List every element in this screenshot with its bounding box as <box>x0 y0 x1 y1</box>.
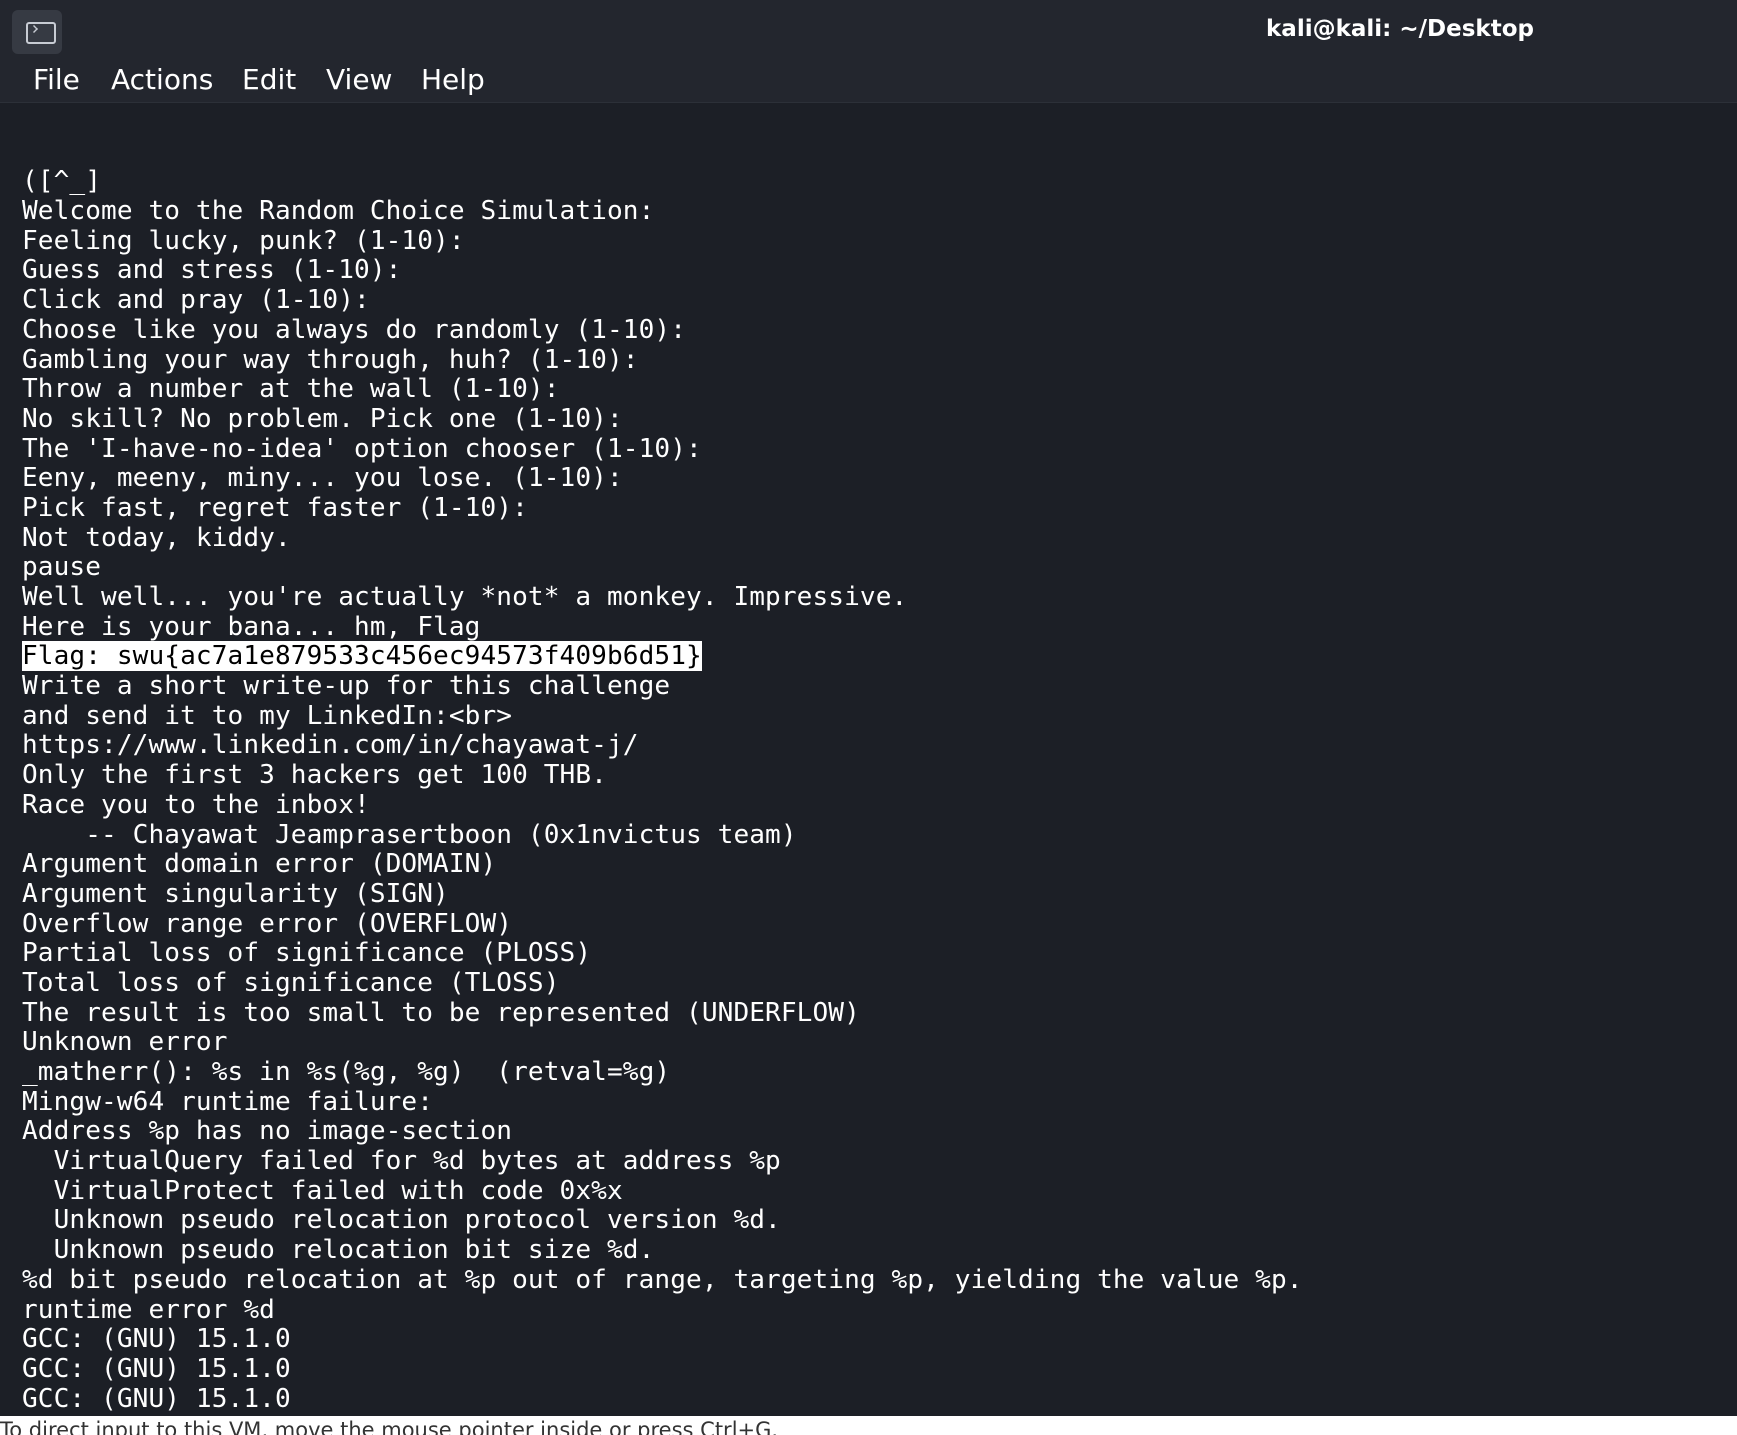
terminal-line: Unknown pseudo relocation bit size %d. <box>22 1235 655 1266</box>
terminal-line: VirtualProtect failed with code 0x%x <box>22 1175 623 1206</box>
terminal-line: GCC: (GNU) 15.1.0 <box>22 1383 291 1414</box>
terminal-line: Welcome to the Random Choice Simulation: <box>22 196 655 227</box>
terminal-line: Click and pray (1-10): <box>22 285 370 316</box>
terminal-window: kali@kali: ~/Desktop File Actions Edit V… <box>0 0 1737 1416</box>
terminal-line: Not today, kiddy. <box>22 522 291 553</box>
terminal-line: Choose like you always do randomly (1-10… <box>22 314 687 345</box>
terminal-line: Only the first 3 hackers get 100 THB. <box>22 760 607 791</box>
terminal-line: The 'I-have-no-idea' option chooser (1-1… <box>22 433 702 464</box>
terminal-line: Partial loss of significance (PLOSS) <box>22 938 592 969</box>
terminal-icon[interactable] <box>12 10 62 54</box>
terminal-line: Well well... you're actually *not* a mon… <box>22 582 908 613</box>
terminal-line: Unknown pseudo relocation protocol versi… <box>22 1205 781 1236</box>
terminal-line: https://www.linkedin.com/in/chayawat-j/ <box>22 730 639 761</box>
terminal-line: pause <box>22 552 102 583</box>
selected-flag-text[interactable]: Flag: swu{ac7a1e879533c456ec94573f409b6d… <box>22 641 702 672</box>
terminal-line: Throw a number at the wall (1-10): <box>22 374 560 405</box>
terminal-line: -- Chayawat Jeamprasertboon (0x1nvictus … <box>22 819 797 850</box>
menu-bar: File Actions Edit View Help <box>0 58 1737 103</box>
terminal-line: %d bit pseudo relocation at %p out of ra… <box>22 1264 1303 1295</box>
terminal-line: VirtualQuery failed for %d bytes at addr… <box>22 1146 781 1177</box>
terminal-output[interactable]: ([^_] Welcome to the Random Choice Simula… <box>22 108 1722 1416</box>
menu-edit[interactable]: Edit <box>242 61 296 99</box>
terminal-line: Address %p has no image-section <box>22 1116 513 1147</box>
vm-hint-text: To direct input to this VM, move the mou… <box>0 1418 779 1435</box>
terminal-line: Total loss of significance (TLOSS) <box>22 967 560 998</box>
terminal-line: Write a short write-up for this challeng… <box>22 671 671 702</box>
terminal-line: No skill? No problem. Pick one (1-10): <box>22 403 623 434</box>
terminal-line: _matherr(): %s in %s(%g, %g) (retval=%g) <box>22 1057 671 1088</box>
menu-view[interactable]: View <box>326 61 392 99</box>
terminal-line: Guess and stress (1-10): <box>22 255 402 286</box>
terminal-line: ([^_] <box>22 166 102 197</box>
terminal-line: Eeny, meeny, miny... you lose. (1-10): <box>22 463 623 494</box>
terminal-line: The result is too small to be represente… <box>22 997 860 1028</box>
vm-status-bar: To direct input to this VM, move the mou… <box>0 1416 1737 1435</box>
title-bar[interactable]: kali@kali: ~/Desktop <box>0 0 1737 58</box>
terminal-line: GCC: (GNU) 15.1.0 <box>22 1324 291 1355</box>
terminal-line: Pick fast, regret faster (1-10): <box>22 492 528 523</box>
terminal-line: Overflow range error (OVERFLOW) <box>22 908 513 939</box>
terminal-line: Race you to the inbox! <box>22 789 370 820</box>
terminal-line: and send it to my LinkedIn:<br> <box>22 700 513 731</box>
terminal-line: GCC: (GNU) 15.1.0 <box>22 1353 291 1384</box>
menu-help[interactable]: Help <box>421 61 485 99</box>
terminal-line: Flag: swu{ac7a1e879533c456ec94573f409b6d… <box>22 641 1722 672</box>
window-title: kali@kali: ~/Desktop <box>1266 16 1534 42</box>
menu-actions[interactable]: Actions <box>111 61 213 99</box>
terminal-line: Unknown error <box>22 1027 228 1058</box>
terminal-line: Argument domain error (DOMAIN) <box>22 849 497 880</box>
menu-file[interactable]: File <box>33 61 80 99</box>
terminal-line: Argument singularity (SIGN) <box>22 878 449 909</box>
terminal-line: Here is your bana... hm, Flag <box>22 611 481 642</box>
terminal-line: Feeling lucky, punk? (1-10): <box>22 225 465 256</box>
terminal-line: Gambling your way through, huh? (1-10): <box>22 344 639 375</box>
terminal-line: Mingw-w64 runtime failure: <box>22 1086 434 1117</box>
terminal-line: runtime error %d <box>22 1294 275 1325</box>
